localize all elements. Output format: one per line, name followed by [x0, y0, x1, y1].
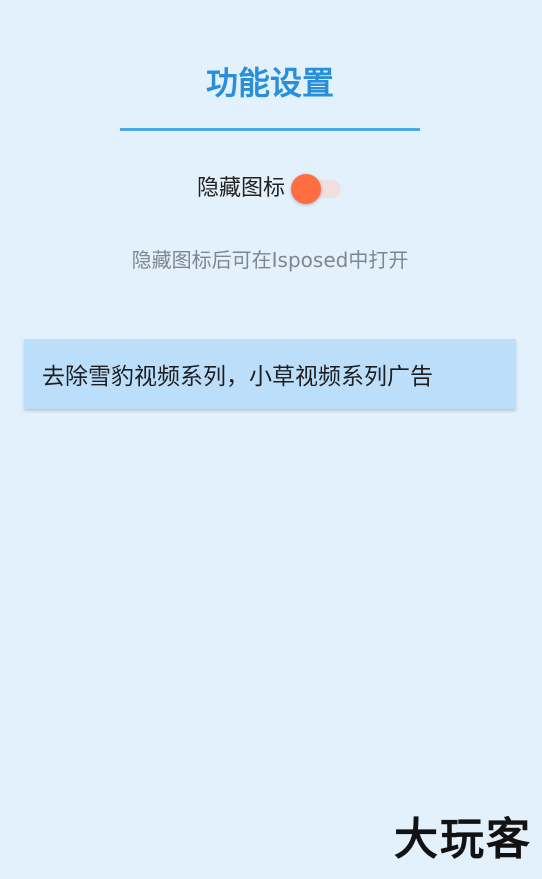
feature-remove-ads-card[interactable]: 去除雪豹视频系列，小草视频系列广告	[24, 339, 516, 409]
switch-thumb	[291, 174, 321, 204]
hide-icon-setting-row: 隐藏图标	[0, 170, 540, 208]
title-divider	[120, 128, 420, 131]
feature-remove-ads-label: 去除雪豹视频系列，小草视频系列广告	[42, 364, 433, 390]
hide-icon-label: 隐藏图标	[196, 176, 285, 201]
watermark-logo: 大玩客	[394, 814, 532, 865]
hide-icon-switch[interactable]	[291, 170, 343, 208]
hide-icon-hint: 隐藏图标后可在Isposed中打开	[131, 248, 409, 272]
page-title: 功能设置	[205, 64, 334, 102]
